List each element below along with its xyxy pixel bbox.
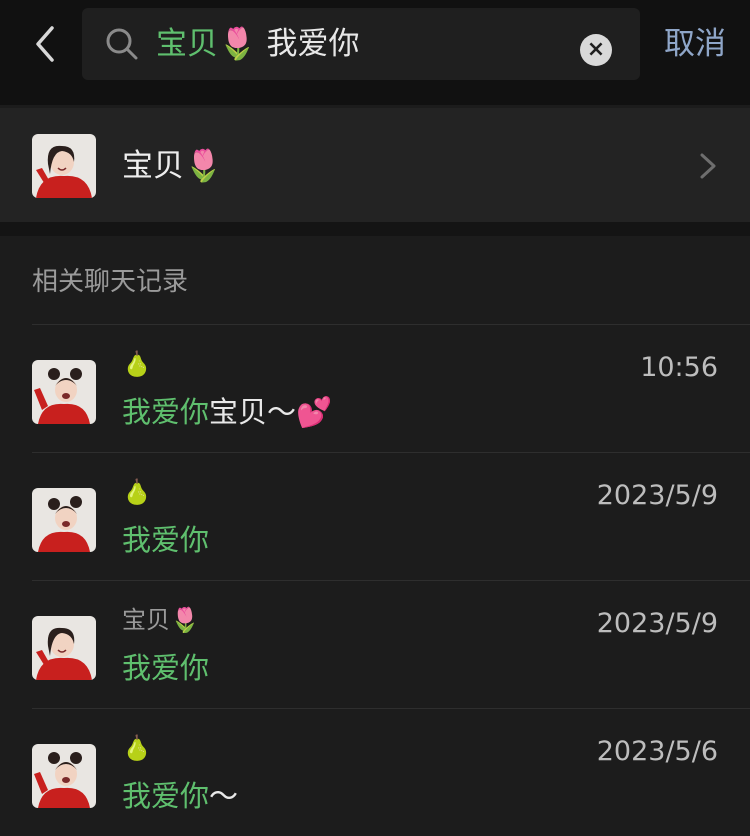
chat-time: 2023/5/6 [596,736,718,767]
chat-record-item[interactable]: 🍐 10:56 我爱你宝贝～💕 [0,326,750,452]
avatar [32,360,96,424]
message-rest: 宝贝～💕 [209,395,333,429]
search-query-rest: 我爱你 [256,26,360,62]
back-button[interactable] [28,22,64,66]
chat-sender: 宝贝🌷 [122,606,200,634]
avatar [32,134,96,198]
chat-sender: 🍐 [122,734,152,762]
chat-sender: 🍐 [122,350,152,378]
chat-sender: 🍐 [122,478,152,506]
contact-name: 宝贝🌷 [122,148,223,184]
avatar [32,488,96,552]
divider [32,580,750,581]
chat-message: 我爱你～ [122,774,238,818]
chat-record-item[interactable]: 🍐 2023/5/9 我爱你 [0,454,750,580]
message-rest: ～ [209,779,239,813]
search-header: 宝贝🌷 我爱你 × 取消 [0,0,750,105]
chevron-right-icon [700,153,716,179]
message-highlight: 我爱你 [122,651,210,685]
chat-time: 10:56 [640,352,718,383]
search-input[interactable]: 宝贝🌷 我爱你 × [82,8,640,80]
divider [32,708,750,709]
divider [32,452,750,453]
chat-time: 2023/5/9 [596,608,718,639]
chat-time: 2023/5/9 [596,480,718,511]
chat-message: 我爱你宝贝～💕 [122,390,332,434]
section-separator [0,222,750,236]
search-query[interactable]: 宝贝🌷 我爱你 [156,22,359,66]
message-highlight: 我爱你 [122,779,210,813]
search-icon [106,28,138,60]
close-icon: × [586,37,606,62]
chat-record-item[interactable]: 🍐 2023/5/6 我爱你～ [0,710,750,836]
message-highlight: 我爱你 [122,395,210,429]
section-title: 相关聊天记录 [32,267,189,297]
search-query-highlight: 宝贝🌷 [156,26,257,62]
avatar [32,744,96,808]
chat-message: 我爱你 [122,518,209,562]
chat-message: 我爱你 [122,646,209,690]
avatar [32,616,96,680]
clear-search-button[interactable]: × [580,34,612,66]
divider [32,324,750,325]
cancel-button[interactable]: 取消 [664,22,726,66]
chevron-left-icon [36,26,54,62]
message-highlight: 我爱你 [122,523,210,557]
chat-record-item[interactable]: 宝贝🌷 2023/5/9 我爱你 [0,582,750,708]
contact-result[interactable]: 宝贝🌷 [0,108,750,222]
